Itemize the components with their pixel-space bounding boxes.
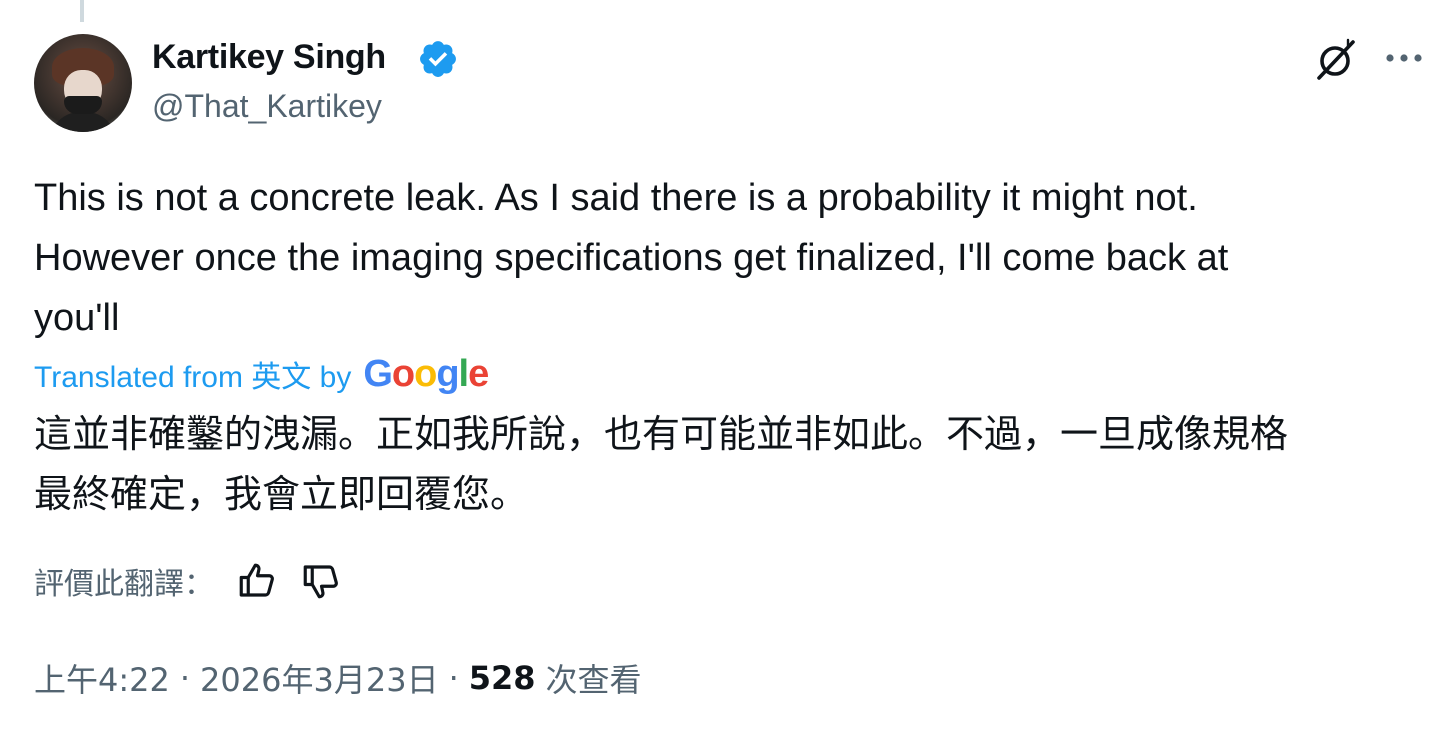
avatar-body [50,112,116,132]
author-handle[interactable]: @That_Kartikey [152,88,382,125]
views-label[interactable]: 次查看 [546,655,642,701]
rate-translation-row: 評價此翻譯： [34,556,342,606]
thumbs-down-icon [303,565,338,599]
more-options-icon[interactable] [1384,44,1424,72]
translation-attribution: Translated from 英文 by Google [34,350,489,398]
google-logo: Google [363,352,489,395]
views-count[interactable]: 528 [469,659,536,697]
author-name[interactable]: Kartikey Singh [152,38,386,77]
meta-separator: · [179,659,191,697]
translated-from-link[interactable]: Translated from 英文 by [34,352,351,396]
avatar-mask [64,96,102,114]
translated-text: 這並非確鑿的洩漏。正如我所說，也有可能並非如此。不過，一旦成像規格 最終確定，我… [34,412,1289,516]
thread-connector-line [80,0,84,22]
rate-translation-label: 評價此翻譯： [34,567,214,602]
tweet-text: This is not a concrete leak. As I said t… [34,177,1229,339]
tweet-meta: 上午4:22 · 2026年3月23日 · 528 次查看 [34,654,642,702]
thumbs-up-icon [239,563,274,597]
avatar[interactable] [34,34,132,132]
thumbs-up-button[interactable] [236,560,278,602]
verified-badge-icon[interactable] [417,38,459,80]
tweet-date[interactable]: 2026年3月23日 [200,655,439,701]
grok-icon[interactable] [1312,36,1360,84]
thumbs-down-button[interactable] [300,560,342,602]
meta-separator: · [448,659,459,697]
tweet-time[interactable]: 上午4:22 [34,655,170,701]
